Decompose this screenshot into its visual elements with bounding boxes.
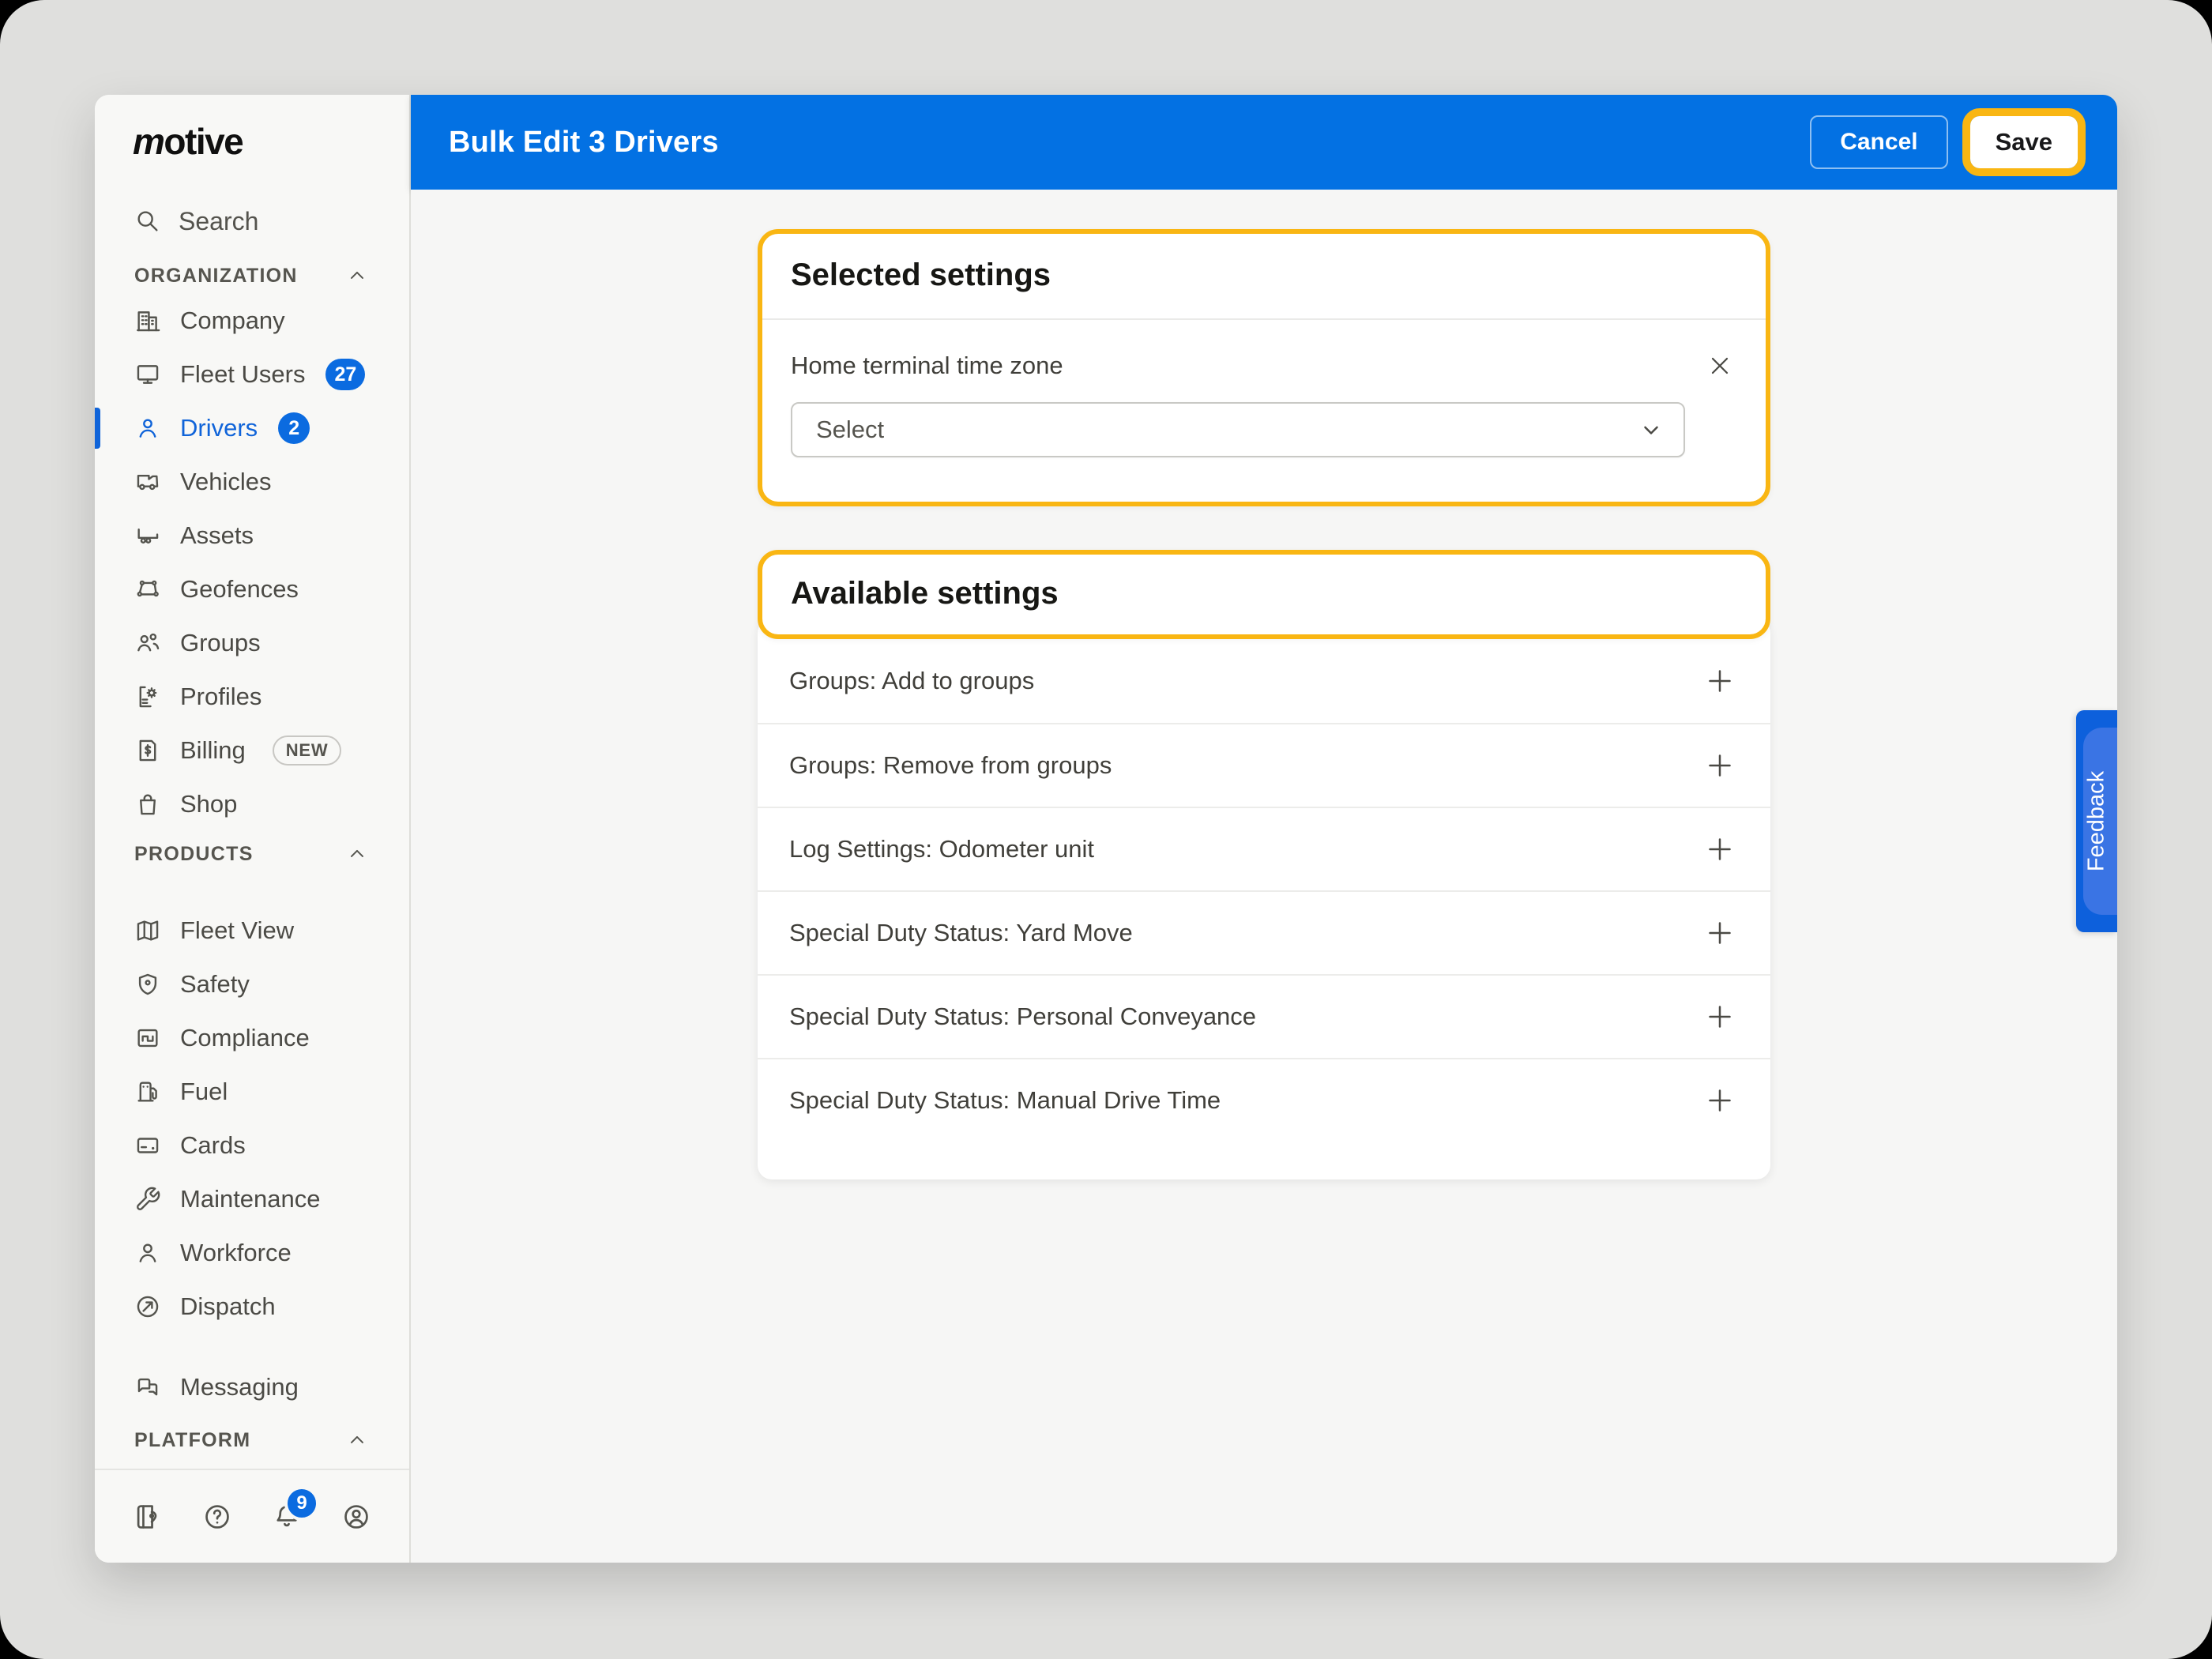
sidebar-item-dispatch[interactable]: Dispatch (95, 1280, 409, 1334)
chevron-up-icon (346, 843, 368, 865)
settings-column: Selected settings Home terminal time zon… (758, 229, 1770, 1179)
feedback-label: Feedback (2083, 770, 2109, 872)
sidebar-item-company[interactable]: Company (95, 294, 409, 348)
company-icon (134, 307, 161, 334)
chevron-up-icon (346, 1429, 368, 1451)
sidebar-item-safety[interactable]: Safety (95, 957, 409, 1011)
sidebar-item-geofences[interactable]: Geofences (95, 562, 409, 616)
timezone-select-value: Select (816, 416, 885, 443)
chevron-up-icon (346, 265, 368, 287)
add-setting-plus-icon[interactable] (1701, 662, 1739, 700)
sidebar-item-cards[interactable]: Cards (95, 1119, 409, 1172)
shield-icon (134, 971, 161, 998)
cancel-button[interactable]: Cancel (1810, 115, 1948, 169)
home-terminal-label: Home terminal time zone (791, 352, 1063, 379)
driver-icon (134, 415, 161, 442)
truck-icon (134, 468, 161, 495)
compliance-icon (134, 1025, 161, 1051)
sidebar-item-workforce[interactable]: Workforce (95, 1226, 409, 1280)
selected-settings-title: Selected settings (791, 258, 1051, 292)
available-settings-title: Available settings (791, 576, 1059, 611)
sidebar-item-compliance[interactable]: Compliance (95, 1011, 409, 1065)
motive-logo: mmotiveotive (133, 121, 244, 162)
app-window: mmotiveotive Search ORGANIZATION Company (95, 95, 2117, 1563)
drivers-count-badge: 2 (278, 412, 310, 444)
sidebar-item-profiles[interactable]: Profiles (95, 670, 409, 724)
sidebar-item-fleet-users[interactable]: Fleet Users 27 (95, 348, 409, 401)
chevron-down-icon (1639, 418, 1663, 442)
groups-icon (134, 630, 161, 656)
person-icon (134, 1240, 161, 1266)
main-content: Selected settings Home terminal time zon… (411, 190, 2117, 1563)
section-platform[interactable]: PLATFORM (95, 1422, 409, 1458)
fuel-pump-icon (134, 1078, 161, 1105)
setting-row-yard-move[interactable]: Special Duty Status: Yard Move (758, 890, 1770, 974)
sidebar-search[interactable]: Search (95, 201, 409, 242)
remove-setting-close-icon[interactable] (1702, 348, 1737, 383)
sidebar-item-vehicles[interactable]: Vehicles (95, 455, 409, 509)
notifications-bell-icon[interactable]: 9 (272, 1485, 319, 1532)
sidebar-item-fuel[interactable]: Fuel (95, 1065, 409, 1119)
fleet-users-count-badge: 27 (325, 359, 366, 390)
save-button[interactable]: Save (1969, 116, 2078, 168)
messaging-icon (134, 1374, 161, 1401)
setting-row-remove-from-groups[interactable]: Groups: Remove from groups (758, 723, 1770, 807)
geofence-icon (134, 576, 161, 603)
dispatch-icon (134, 1293, 161, 1320)
timezone-select[interactable]: Select (791, 402, 1685, 457)
setting-row-manual-drive-time[interactable]: Special Duty Status: Manual Drive Time (758, 1058, 1770, 1142)
selected-settings-card: Selected settings Home terminal time zon… (758, 229, 1770, 506)
page-title: Bulk Edit 3 Drivers (449, 125, 719, 159)
setting-row-add-to-groups[interactable]: Groups: Add to groups (758, 639, 1770, 723)
available-settings-header: Available settings (762, 555, 1766, 634)
trailer-icon (134, 522, 161, 549)
add-setting-plus-icon[interactable] (1701, 747, 1739, 784)
billing-icon (134, 737, 161, 764)
selected-settings-header: Selected settings (762, 234, 1766, 318)
sidebar-item-billing[interactable]: Billing NEW (95, 724, 409, 777)
sidebar: mmotiveotive Search ORGANIZATION Company (95, 95, 411, 1563)
credit-card-icon (134, 1132, 161, 1159)
section-organization[interactable]: ORGANIZATION (95, 258, 409, 294)
selected-settings-body: Home terminal time zone Select (762, 320, 1766, 502)
monitor-icon (134, 361, 161, 388)
sidebar-item-drivers[interactable]: Drivers 2 (95, 401, 409, 455)
sidebar-item-fleet-view[interactable]: Fleet View (95, 904, 409, 957)
screen-background: mmotiveotive Search ORGANIZATION Company (0, 0, 2212, 1659)
save-button-focus-ring: Save (1962, 108, 2086, 176)
billing-new-tag: NEW (272, 735, 342, 766)
help-icon[interactable] (202, 1502, 232, 1532)
add-setting-plus-icon[interactable] (1701, 1082, 1739, 1119)
profiles-icon (134, 683, 161, 710)
bulk-edit-header: Bulk Edit 3 Drivers Cancel Save (411, 95, 2117, 190)
map-icon (134, 917, 161, 944)
search-label: Search (179, 206, 259, 235)
setting-row-personal-conveyance[interactable]: Special Duty Status: Personal Conveyance (758, 974, 1770, 1058)
sidebar-footer: 9 (95, 1469, 409, 1563)
home-terminal-field-row: Home terminal time zone (791, 348, 1737, 383)
sidebar-item-assets[interactable]: Assets (95, 509, 409, 562)
add-setting-plus-icon[interactable] (1701, 914, 1739, 952)
sidebar-item-messaging[interactable]: Messaging (95, 1360, 409, 1414)
guide-map-icon[interactable] (133, 1502, 163, 1532)
feedback-tab[interactable]: Feedback (2076, 710, 2117, 932)
sidebar-item-maintenance[interactable]: Maintenance (95, 1172, 409, 1226)
available-settings-card: Available settings (758, 550, 1770, 639)
sidebar-item-groups[interactable]: Groups (95, 616, 409, 670)
search-icon (134, 208, 161, 235)
wrench-icon (134, 1186, 161, 1213)
notifications-count-badge: 9 (284, 1485, 319, 1521)
available-settings-list: Groups: Add to groups Groups: Remove fro… (758, 619, 1770, 1179)
sidebar-item-shop[interactable]: Shop (95, 777, 409, 831)
account-icon[interactable] (341, 1502, 371, 1532)
add-setting-plus-icon[interactable] (1701, 998, 1739, 1036)
add-setting-plus-icon[interactable] (1701, 830, 1739, 868)
setting-row-odometer-unit[interactable]: Log Settings: Odometer unit (758, 807, 1770, 890)
shop-bag-icon (134, 791, 161, 818)
section-products[interactable]: PRODUCTS (95, 836, 409, 872)
